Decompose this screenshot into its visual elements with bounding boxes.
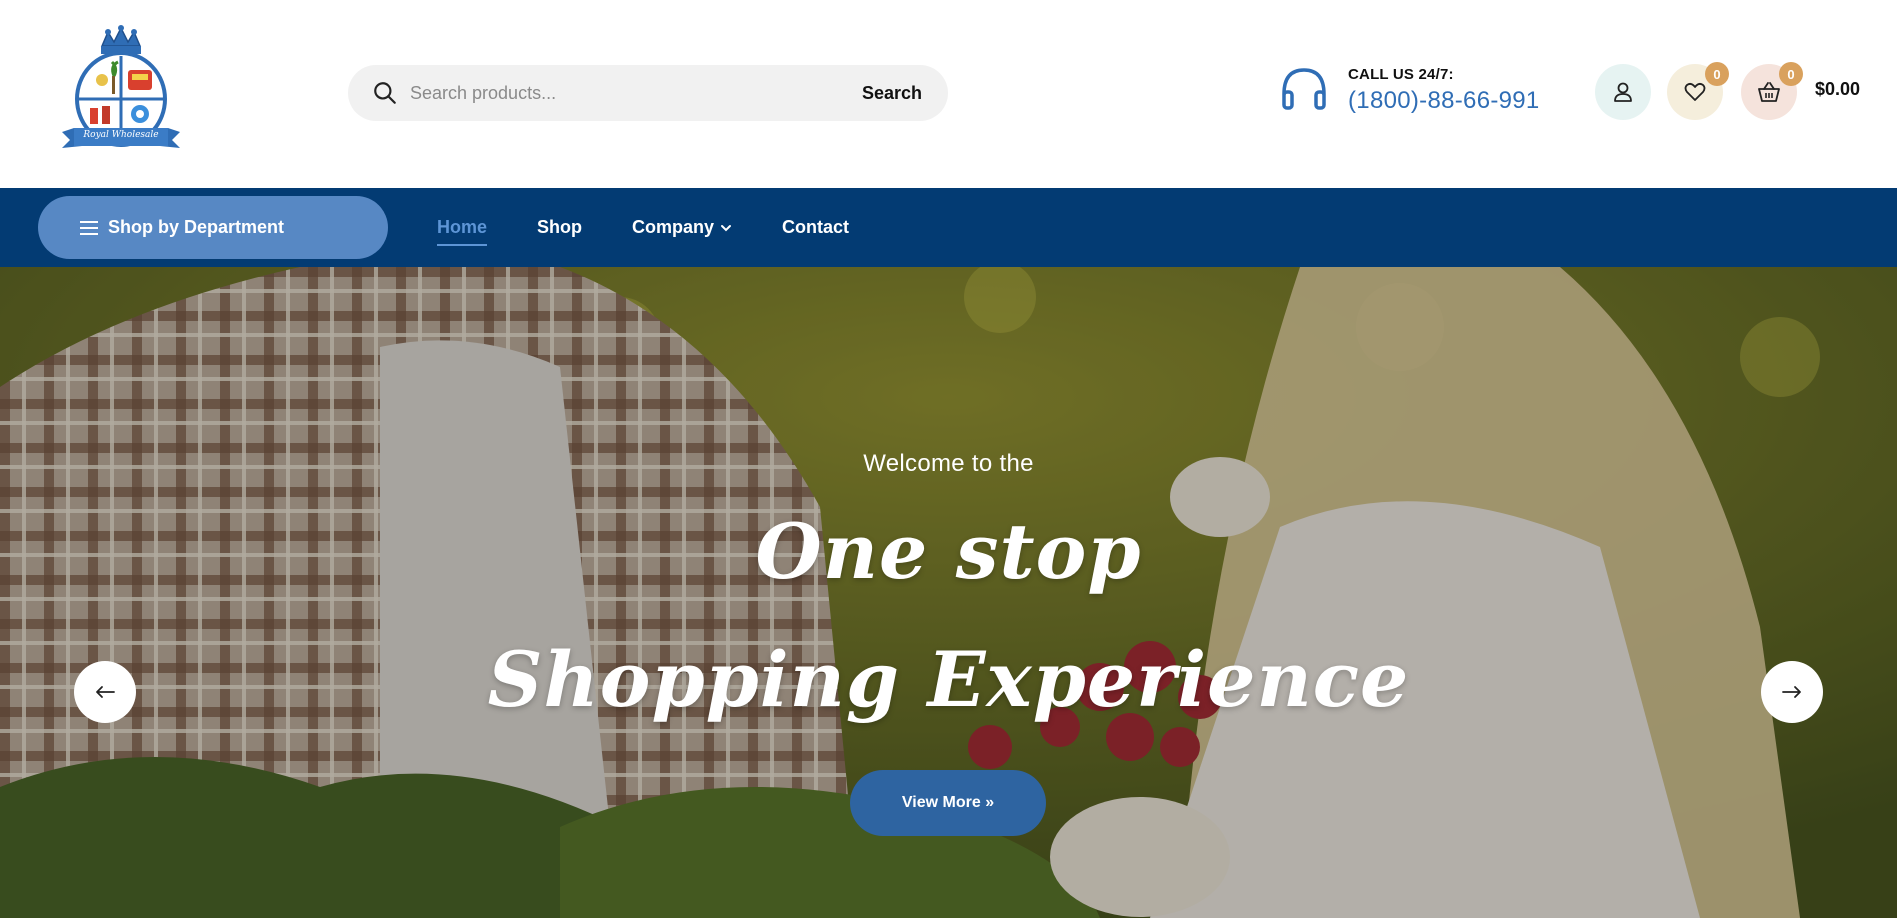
search-button[interactable]: Search: [862, 83, 922, 104]
chevron-down-icon: [721, 224, 732, 231]
contact-block: CALL US 24/7: (1800)-88-66-991: [1278, 64, 1540, 116]
search-bar: Search: [348, 65, 948, 121]
cart-total[interactable]: $0.00: [1815, 79, 1860, 100]
logo-text: Royal Wholesale: [83, 130, 159, 140]
headset-icon: [1282, 68, 1326, 110]
nav-link-company-label: Company: [632, 217, 715, 237]
menu-icon: [80, 220, 98, 235]
cart-count-badge: 0: [1779, 62, 1803, 86]
search-icon: [374, 82, 396, 104]
site-header: Royal Wholesale Search CALL US 24/7: (18…: [0, 0, 1897, 188]
cart-button[interactable]: 0: [1741, 62, 1803, 120]
shop-by-department-button[interactable]: Shop by Department: [38, 196, 388, 259]
basket-icon: [1758, 82, 1780, 102]
account-button[interactable]: [1595, 64, 1651, 120]
call-us-label: CALL US 24/7:: [1348, 65, 1454, 83]
heart-icon: [1684, 82, 1706, 101]
view-more-button[interactable]: View More »: [850, 770, 1046, 836]
hero-slider: Welcome to the One stop Shopping Experie…: [0, 267, 1897, 918]
wishlist-count-badge: 0: [1705, 62, 1729, 86]
arrow-left-icon: [96, 686, 115, 698]
user-icon: [1614, 82, 1632, 102]
hero-welcome-text: Welcome to the: [863, 450, 1034, 477]
nav-links: Home Shop Company Contact: [437, 188, 899, 267]
search-input[interactable]: [410, 82, 862, 104]
hero-headline-line1: One stop: [755, 507, 1142, 596]
department-label: Shop by Department: [108, 217, 285, 237]
slider-next-button[interactable]: [1761, 661, 1823, 723]
main-navigation: Shop by Department Home Shop Company Con…: [0, 188, 1897, 267]
nav-link-contact[interactable]: Contact: [782, 217, 849, 238]
wishlist-button[interactable]: 0: [1667, 62, 1729, 120]
nav-link-shop[interactable]: Shop: [537, 217, 582, 238]
phone-number[interactable]: (1800)-88-66-991: [1348, 87, 1540, 115]
nav-link-company[interactable]: Company: [632, 217, 732, 238]
contact-text: CALL US 24/7: (1800)-88-66-991: [1348, 66, 1540, 115]
site-logo[interactable]: Royal Wholesale: [56, 24, 186, 154]
slider-prev-button[interactable]: [74, 661, 136, 723]
nav-link-home[interactable]: Home: [437, 217, 488, 246]
hero-headline-line2: Shopping Experience: [487, 635, 1410, 724]
arrow-right-icon: [1782, 686, 1801, 698]
